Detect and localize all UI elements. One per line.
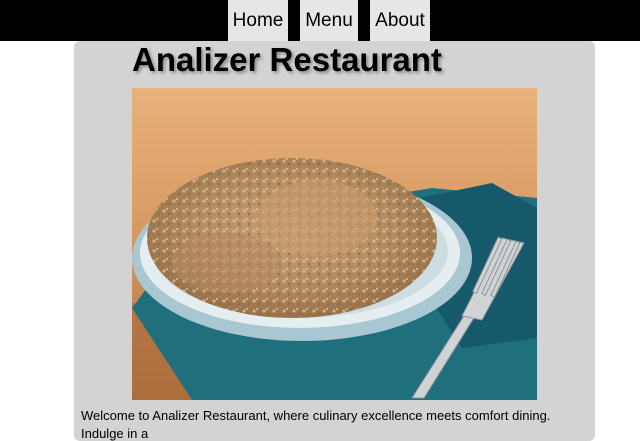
nav-home-link[interactable]: Home: [228, 0, 288, 41]
top-navbar: Home Menu About: [0, 0, 640, 41]
welcome-text: Welcome to Analizer Restaurant, where cu…: [81, 408, 551, 441]
nav-about-link[interactable]: About: [370, 0, 430, 41]
food-photo: [132, 88, 537, 400]
main-content: Analizer Restaurant Welcome to Analizer …: [74, 41, 595, 441]
page-title: Analizer Restaurant: [132, 41, 442, 78]
nav-menu-link[interactable]: Menu: [300, 0, 358, 41]
